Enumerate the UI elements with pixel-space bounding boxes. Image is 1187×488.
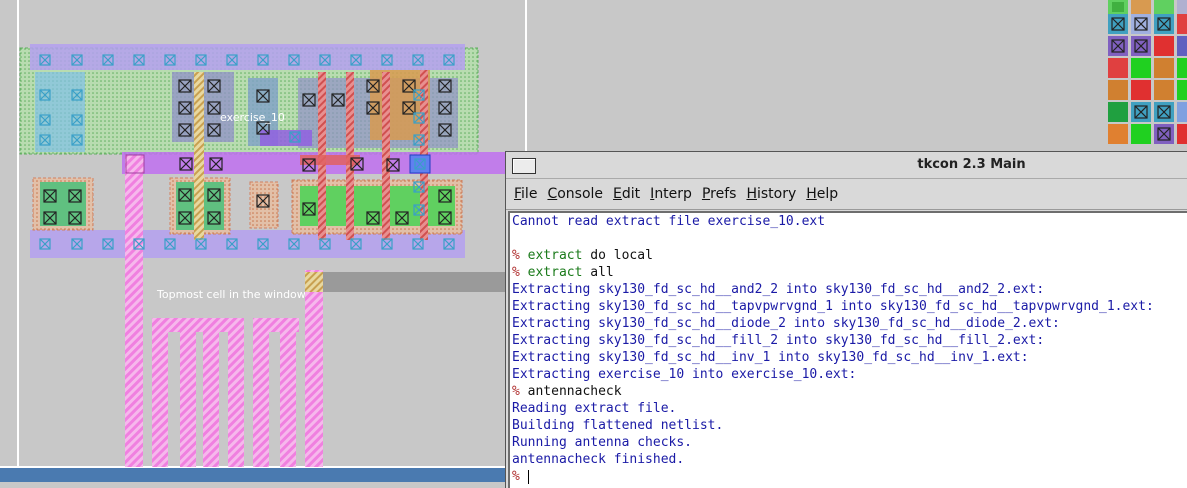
- window-title: tkcon 2.3 Main: [917, 157, 1026, 172]
- console-line: %: [512, 468, 1187, 485]
- console-line: % extract do local: [512, 247, 1187, 264]
- title-bar[interactable]: tkcon 2.3 Main: [506, 152, 1187, 179]
- console-line: Extracting sky130_fd_sc_hd__and2_2 into …: [512, 282, 1045, 297]
- menu-prefs[interactable]: Prefs: [702, 179, 737, 209]
- console-prompt: %: [512, 265, 520, 280]
- console-prompt: %: [512, 248, 520, 263]
- text-cursor[interactable]: [527, 469, 529, 484]
- menu-bar: File Console Edit Interp Prefs History Help: [506, 179, 1187, 210]
- console-command-args: antennacheck: [527, 384, 622, 399]
- console-line: antennacheck finished.: [512, 452, 685, 467]
- console-line: Extracting sky130_fd_sc_hd__diode_2 into…: [512, 316, 1060, 331]
- console-command-args: do local: [582, 248, 653, 263]
- console-line: Extracting sky130_fd_sc_hd__tapvpwrvgnd_…: [512, 299, 1154, 314]
- console-command-keyword: extract: [527, 248, 583, 263]
- console-line: % extract all: [512, 264, 1187, 281]
- topmost-cell-label: Topmost cell in the window: [156, 288, 306, 301]
- console-output[interactable]: Cannot read extract file exercise_10.ext…: [508, 211, 1187, 488]
- console-prompt: %: [512, 384, 520, 399]
- console-line: % antennacheck: [512, 383, 1187, 400]
- menu-edit[interactable]: Edit: [613, 179, 640, 209]
- menu-help[interactable]: Help: [806, 179, 838, 209]
- console-prompt: %: [512, 469, 520, 484]
- menu-file[interactable]: File: [514, 179, 537, 209]
- cell-label: exercise_10: [220, 111, 285, 124]
- menu-interp[interactable]: Interp: [650, 179, 692, 209]
- console-line: Extracting exercise_10 into exercise_10.…: [512, 367, 857, 382]
- tkcon-window[interactable]: tkcon 2.3 Main File Console Edit Interp Pref…: [505, 151, 1187, 488]
- console-command-keyword: extract: [527, 265, 583, 280]
- console-line: Cannot read extract file exercise_10.ext: [512, 214, 826, 229]
- menu-console[interactable]: Console: [547, 179, 603, 209]
- console-line: Extracting sky130_fd_sc_hd__fill_2 into …: [512, 333, 1045, 348]
- console-command-args: all: [582, 265, 614, 280]
- console-line: Extracting sky130_fd_sc_hd__inv_1 into s…: [512, 350, 1029, 365]
- console-line: Reading extract file.: [512, 401, 677, 416]
- menu-history[interactable]: History: [746, 179, 796, 209]
- console-line: Building flattened netlist.: [512, 418, 724, 433]
- console-line: Running antenna checks.: [512, 435, 693, 450]
